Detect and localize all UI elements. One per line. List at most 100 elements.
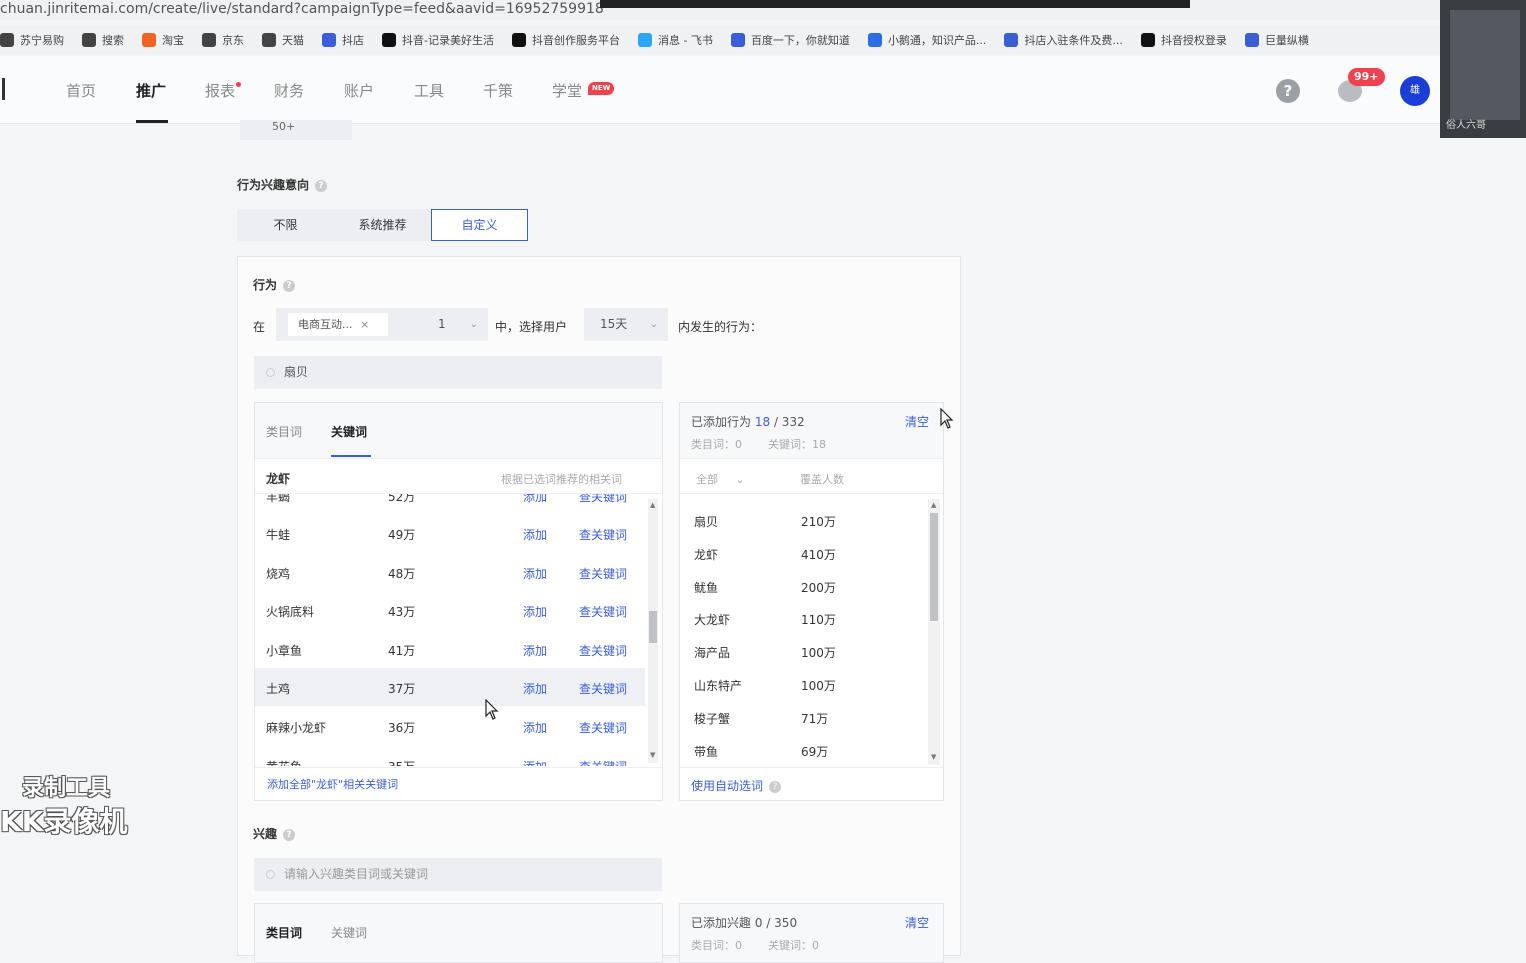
scroll-up-icon[interactable]: ▲ [650, 501, 655, 509]
age-chip[interactable]: 50+ [240, 120, 352, 140]
nav-finance[interactable]: 财务 [274, 80, 304, 101]
url-text[interactable]: chuan.jinritemai.com/create/live/standar… [0, 1, 604, 17]
nav-promotion[interactable]: 推广 [136, 80, 166, 101]
bookmark-item[interactable]: 抖音授权登录 [1140, 32, 1227, 48]
row-value: 36万 [388, 721, 416, 735]
row-name: 小章鱼 [266, 643, 303, 658]
auto-select-link[interactable]: 使用自动选词? [691, 777, 782, 794]
view-keyword-link[interactable]: 查关键词 [579, 642, 627, 659]
bookmark-item[interactable]: 抖店入驻条件及费... [1004, 32, 1123, 48]
period-select[interactable]: 15天 ⌄ [584, 308, 668, 341]
option-system-recommend[interactable]: 系统推荐 [334, 209, 431, 241]
bookmark-label: 百度一下，你就知道 [750, 34, 850, 47]
bookmark-item[interactable]: 天猫 [262, 32, 304, 48]
row-name: 梭子蟹 [694, 711, 731, 726]
view-keyword-link[interactable]: 查关键词 [579, 526, 627, 543]
bookmark-item[interactable]: 抖店 [322, 32, 364, 48]
search-placeholder: 请输入兴趣类目词或关键词 [284, 867, 429, 881]
option-custom[interactable]: 自定义 [431, 209, 528, 241]
scene-tag-label: 电商互动... [298, 318, 353, 331]
add-link[interactable]: 添加 [523, 526, 547, 543]
nav-qiance[interactable]: 千策 [483, 80, 513, 101]
divider [680, 767, 943, 768]
list-item: 烧鸡 48万 添加 查关键词 [255, 553, 645, 591]
question-icon[interactable]: ? [769, 780, 782, 793]
nav-tools[interactable]: 工具 [414, 80, 444, 101]
add-link[interactable]: 添加 [523, 494, 547, 505]
view-keyword-link[interactable]: 查关键词 [579, 680, 627, 697]
behavior-title: 行为? [253, 276, 296, 293]
nav-active-indicator [136, 120, 168, 123]
nav-academy[interactable]: 学堂 [552, 80, 582, 101]
bookmark-item[interactable]: 京东 [202, 32, 244, 48]
view-keyword-link[interactable]: 查关键词 [579, 758, 627, 766]
tab-keywords[interactable]: 关键词 [331, 423, 367, 440]
divider [680, 493, 943, 494]
logo-edge [2, 78, 5, 100]
scroll-up-icon[interactable]: ▲ [931, 501, 936, 509]
tab-keywords[interactable]: 关键词 [331, 924, 367, 941]
add-link[interactable]: 添加 [523, 758, 547, 766]
interest-search-input[interactable]: 请输入兴趣类目词或关键词 [254, 858, 662, 891]
bookmark-item[interactable]: 巨量纵横 [1244, 32, 1309, 48]
filter-select[interactable]: 全部 ⌄ [696, 471, 745, 487]
clear-button[interactable]: 清空 [905, 914, 929, 931]
remove-tag-icon[interactable]: × [360, 318, 369, 331]
kw-count: 0 [812, 939, 819, 952]
watermark-line1: 录制工具 [22, 776, 111, 801]
bookmark-item[interactable]: 搜索 [82, 32, 124, 48]
help-icon[interactable]: ? [1276, 79, 1300, 103]
add-link[interactable]: 添加 [523, 642, 547, 659]
add-link[interactable]: 添加 [523, 565, 547, 582]
nav-account[interactable]: 账户 [344, 80, 374, 101]
scroll-down-icon[interactable]: ▼ [931, 753, 936, 761]
question-icon[interactable]: ? [283, 828, 296, 841]
interest-title: 兴趣? [253, 825, 296, 842]
bookmark-item[interactable]: 百度一下，你就知道 [730, 32, 850, 48]
view-keyword-link[interactable]: 查关键词 [579, 603, 627, 620]
bookmark-label: 抖音授权登录 [1160, 34, 1227, 47]
bookmark-label: 淘宝 [162, 34, 184, 47]
view-keyword-link[interactable]: 查关键词 [579, 719, 627, 736]
add-link[interactable]: 添加 [523, 719, 547, 736]
tab-category-words[interactable]: 类目词 [266, 423, 302, 440]
question-icon[interactable]: ? [283, 279, 296, 292]
behavior-search-input[interactable]: 扇贝 [254, 356, 662, 389]
bookmark-item[interactable]: 苏宁易购 [0, 32, 64, 48]
question-icon[interactable]: ? [315, 179, 328, 192]
clear-button[interactable]: 清空 [905, 413, 929, 430]
option-unlimited[interactable]: 不限 [237, 209, 334, 241]
bookmark-item[interactable]: 小鹅通，知识产品... [867, 32, 986, 48]
row-name: 鱿鱼 [694, 580, 719, 595]
scrollbar-thumb[interactable] [930, 513, 938, 621]
avatar[interactable]: 雄 [1400, 76, 1430, 106]
view-keyword-link[interactable]: 查关键词 [579, 565, 627, 582]
bookmark-item[interactable]: 抖音-记录美好生活 [382, 32, 494, 48]
address-bar[interactable]: chuan.jinritemai.com/create/live/standar… [0, 0, 1440, 20]
add-all-related-link[interactable]: 添加全部"龙虾"相关关键词 [267, 776, 398, 792]
scrollbar[interactable]: ▲ ▼ [648, 499, 658, 763]
nav-home[interactable]: 首页 [66, 80, 96, 101]
doudian-icon [1004, 33, 1019, 47]
cat-count: 0 [735, 438, 742, 451]
view-keyword-link[interactable]: 查关键词 [579, 494, 627, 505]
scrollbar-thumb[interactable] [649, 611, 657, 643]
added-label: 已添加行为 18 / 332 [691, 413, 805, 430]
scene-select[interactable]: 电商互动... × 1 ⌄ [276, 308, 488, 341]
baidu-icon [730, 33, 745, 47]
scroll-down-icon[interactable]: ▼ [650, 751, 655, 759]
tab-category-words[interactable]: 类目词 [266, 924, 302, 941]
list-item: 黄花鱼 35万 添加 查关键词 [255, 746, 645, 766]
current-keyword: 龙虾 [266, 472, 291, 486]
mouse-cursor-icon [485, 699, 499, 720]
add-link[interactable]: 添加 [523, 603, 547, 620]
scrollbar[interactable]: ▲ ▼ [928, 499, 940, 765]
bookmark-item[interactable]: 抖音创作服务平台 [511, 32, 620, 48]
nav-reports[interactable]: 报表 [205, 80, 235, 101]
bookmark-item[interactable]: 消息 - 飞书 [637, 32, 713, 48]
bookmark-item[interactable]: 淘宝 [142, 32, 184, 48]
search-icon [266, 368, 275, 377]
add-link[interactable]: 添加 [523, 680, 547, 697]
row-value: 71万 [801, 711, 829, 726]
list-item: 土鸡 37万 添加 查关键词 [255, 668, 645, 707]
